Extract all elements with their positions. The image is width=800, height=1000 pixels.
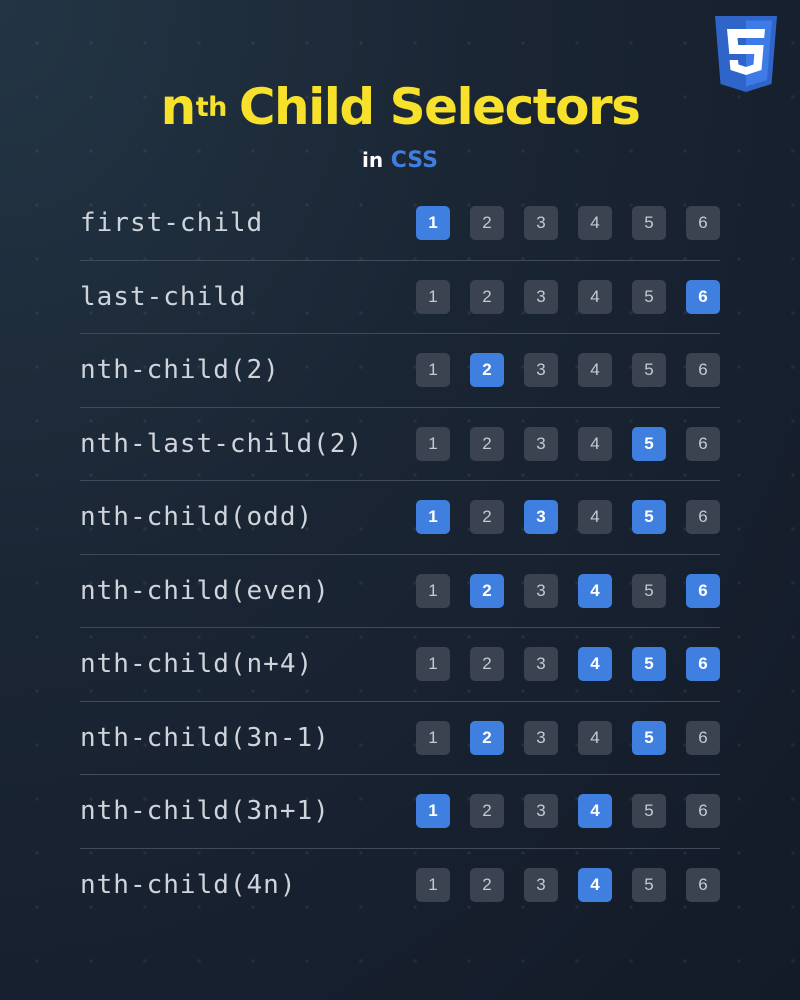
subtitle-language: CSS — [390, 148, 439, 173]
selector-row: nth-child(3n-1) 1 2 3 4 5 6 — [80, 702, 720, 775]
selector-label: nth-child(3n+1) — [80, 796, 330, 827]
item-box-selected: 4 — [578, 867, 612, 902]
item-box: 4 — [578, 279, 612, 314]
item-box-selected: 4 — [578, 647, 612, 682]
subtitle-in: in — [361, 148, 384, 172]
item-box-selected: 1 — [416, 500, 450, 535]
item-box: 6 — [686, 206, 720, 241]
item-box: 5 — [632, 279, 666, 314]
item-box: 1 — [416, 353, 450, 388]
item-box: 1 — [416, 573, 450, 608]
selector-label: nth-last-child(2) — [80, 428, 364, 459]
item-box: 6 — [686, 867, 720, 902]
item-box: 2 — [470, 647, 504, 682]
item-boxes: 123456 — [416, 647, 720, 682]
item-box: 6 — [686, 426, 720, 461]
item-box-selected: 1 — [416, 794, 450, 829]
item-box: 1 — [416, 647, 450, 682]
item-box: 1 — [416, 279, 450, 314]
item-box-selected: 5 — [632, 720, 666, 755]
item-box-selected: 6 — [686, 279, 720, 314]
item-box-selected: 4 — [578, 794, 612, 829]
selector-row: nth-child(3n+1) 1 2 3 4 5 6 — [80, 775, 720, 849]
item-box: 4 — [578, 206, 612, 241]
item-box-selected: 2 — [470, 353, 504, 388]
item-box-selected: 2 — [470, 573, 504, 608]
item-box: 1 — [416, 867, 450, 902]
item-box-selected: 3 — [524, 500, 558, 535]
item-box: 4 — [578, 353, 612, 388]
selector-label: nth-child(3n-1) — [80, 722, 330, 753]
item-box: 4 — [578, 426, 612, 461]
item-box-selected: 4 — [578, 573, 612, 608]
selector-label: nth-child(4n) — [80, 869, 297, 900]
selector-label: last-child — [80, 281, 247, 312]
item-box: 4 — [578, 500, 612, 535]
item-boxes: 123456 — [416, 500, 720, 535]
item-box: 4 — [578, 720, 612, 755]
item-box: 3 — [524, 720, 558, 755]
selector-table: first-child 1 2 3 4 5 6 last-child 1 2 3 4 5 6 nth-chi… — [80, 187, 720, 921]
selector-label: nth-child(2) — [80, 355, 280, 386]
selector-row: nth-child(4n) 1 2 3 4 5 6 — [80, 849, 720, 922]
item-box: 5 — [632, 206, 666, 241]
item-box-selected: 5 — [632, 426, 666, 461]
selector-label: nth-child(even) — [80, 575, 330, 606]
item-box: 5 — [632, 573, 666, 608]
item-box: 6 — [686, 794, 720, 829]
item-box-selected: 2 — [470, 720, 504, 755]
item-box-selected: 6 — [686, 573, 720, 608]
item-box: 5 — [632, 353, 666, 388]
item-boxes: 123456 — [416, 720, 720, 755]
item-boxes: 123456 — [416, 206, 720, 241]
item-box-selected: 1 — [416, 206, 450, 241]
selector-label: nth-child(odd) — [80, 502, 314, 533]
selector-row: first-child 1 2 3 4 5 6 — [80, 187, 720, 261]
selector-row: nth-child(n+4) 1 2 3 4 5 6 — [80, 628, 720, 702]
item-box: 5 — [632, 867, 666, 902]
item-box: 5 — [632, 794, 666, 829]
item-boxes: 123456 — [416, 353, 720, 388]
item-box-selected: 5 — [632, 647, 666, 682]
item-box: 3 — [524, 647, 558, 682]
item-box: 3 — [524, 353, 558, 388]
page-title: nth Child Selectors — [160, 78, 641, 136]
item-boxes: 123456 — [416, 573, 720, 608]
item-box: 6 — [686, 353, 720, 388]
item-box-selected: 5 — [632, 500, 666, 535]
item-box: 3 — [524, 867, 558, 902]
item-box: 3 — [524, 206, 558, 241]
selector-row: last-child 1 2 3 4 5 6 — [80, 261, 720, 334]
item-box: 3 — [524, 573, 558, 608]
item-box-selected: 6 — [686, 647, 720, 682]
selector-row: nth-child(even) 1 2 3 4 5 6 — [80, 555, 720, 628]
item-box: 1 — [416, 720, 450, 755]
item-box: 2 — [470, 206, 504, 241]
title-superscript: th — [195, 92, 228, 123]
item-box: 2 — [470, 500, 504, 535]
item-box: 3 — [524, 279, 558, 314]
item-box: 1 — [416, 426, 450, 461]
selector-row: nth-child(odd) 1 2 3 4 5 6 — [80, 481, 720, 555]
page-subtitle: in CSS — [0, 150, 800, 172]
item-box: 6 — [686, 500, 720, 535]
item-box: 3 — [524, 794, 558, 829]
item-box: 6 — [686, 720, 720, 755]
item-box: 2 — [470, 279, 504, 314]
selector-label: nth-child(n+4) — [80, 649, 314, 680]
item-box: 2 — [470, 867, 504, 902]
item-boxes: 123456 — [416, 426, 720, 461]
selector-row: nth-child(2) 1 2 3 4 5 6 — [80, 334, 720, 408]
item-boxes: 123456 — [416, 794, 720, 829]
item-boxes: 123456 — [416, 279, 720, 314]
item-box: 3 — [524, 426, 558, 461]
selector-label: first-child — [80, 208, 264, 239]
selector-row: nth-last-child(2) 1 2 3 4 5 6 — [80, 408, 720, 481]
item-box: 2 — [470, 426, 504, 461]
item-boxes: 123456 — [416, 867, 720, 902]
item-box: 2 — [470, 794, 504, 829]
